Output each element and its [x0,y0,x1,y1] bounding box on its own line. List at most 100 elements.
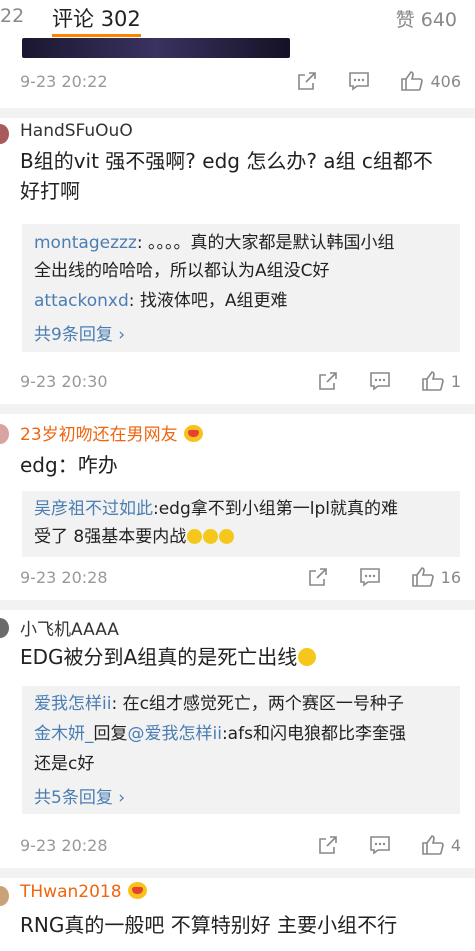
share-button[interactable] [296,70,318,92]
section-divider [0,868,475,878]
reply-button[interactable] [369,834,391,856]
like-count: 16 [440,567,461,587]
share-icon [319,372,337,390]
comment-username-text: 23岁初吻还在男网友 [20,425,178,445]
like-count: 406 [430,71,461,91]
tab-likes[interactable]: 赞 640 [396,5,457,32]
reply-item[interactable]: 吴彦祖不过如此:edg拿不到小组第一lpl就真的难 [34,494,452,524]
emoji-icon [203,529,219,544]
comment-text-line: B组的vit 强不强啊? edg 怎么办? a组 c组都不 [20,149,433,173]
crown-badge-icon [183,425,203,442]
comment-username[interactable]: HandSFuOuO [20,121,133,141]
section-divider [0,108,475,118]
reply-button[interactable] [348,70,370,92]
comment-username[interactable]: 23岁初吻还在男网友 [20,420,203,445]
reply-item[interactable]: 金木妍_回复@爱我怎样ii:afs和闪电狼都比李奎强 [34,719,452,749]
reply-item[interactable]: attackonxd: 找液体吧，A组更难 [34,286,452,316]
share-icon [308,568,327,586]
avatar[interactable] [0,124,9,144]
reply-text: : 。。。。真的大家都是默认韩国小组 [136,233,395,253]
comment-time: 9-23 20:28 [20,568,108,587]
comment-tab-bar: 22 评论 302 赞 640 [0,0,475,37]
reply-text-continued: 受了 8强基本要内战 [34,522,452,552]
comment-text-line: RNG真的一般吧 不算特别好 主要小组不行 [20,913,398,937]
like-icon [422,371,444,391]
like-button[interactable]: 16 [411,566,461,588]
reply-text: : 找液体吧，A组更难 [128,291,288,311]
avatar[interactable] [0,424,9,444]
tab-likes-label: 赞 [395,9,415,31]
reply-item[interactable]: 爱我怎样ii: 在c组才感觉死亡，两个赛区一号种子 [34,689,452,719]
share-button[interactable] [307,566,329,588]
reply-text: : 在c组才感觉死亡，两个赛区一号种子 [111,694,404,714]
comment-username[interactable]: 小飞机AAAA [20,615,119,640]
avatar[interactable] [0,618,9,638]
comment-text-line: EDG被分到A组真的是死亡出线 [20,642,460,672]
reply-mention[interactable]: @爱我怎样ii [128,724,222,744]
comment-time: 9-23 20:28 [20,836,108,855]
like-button[interactable]: 406 [400,70,461,92]
reply-text: 受了 8强基本要内战 [34,527,187,547]
view-more-replies-link[interactable]: 共9条回复 › [34,320,125,345]
comment-text-content: EDG被分到A组真的是死亡出线 [20,645,298,669]
reply-button[interactable] [359,566,381,588]
tab-comments-count: 302 [100,7,141,31]
like-button[interactable]: 1 [421,370,461,392]
share-icon [298,72,317,90]
comment-actions: 4 [287,834,461,856]
share-button[interactable] [317,834,339,856]
share-button[interactable] [317,370,339,392]
comment-time: 9-23 20:22 [20,72,108,91]
reply-text: :edg拿不到小组第一lpl就真的难 [153,499,399,519]
reply-username[interactable]: montagezzz [34,233,137,253]
section-divider [0,404,475,414]
like-icon [411,567,434,587]
tab-reposts-count[interactable]: 22 [0,5,24,27]
comment-username[interactable]: THwan2018 [20,882,147,902]
reply-item[interactable]: montagezzz: 。。。。真的大家都是默认韩国小组 [34,228,452,258]
emoji-icon [298,648,317,666]
comment-actions: 406 [266,70,461,92]
comment-username-text: THwan2018 [20,882,122,902]
like-count: 1 [450,371,461,391]
reply-username[interactable]: 吴彦祖不过如此 [34,499,153,519]
reply-box: 爱我怎样ii: 在c组才感觉死亡，两个赛区一号种子 金木妍_回复@爱我怎样ii:… [22,686,460,814]
like-count: 4 [450,835,461,855]
comment-icon [370,836,390,855]
comment-actions: 1 [287,370,461,392]
reply-username[interactable]: 爱我怎样ii [34,694,111,714]
reply-text-continued: 还是c好 [34,754,95,774]
like-icon [422,835,444,855]
comment-icon [349,72,370,91]
comment-actions: 16 [277,566,461,588]
comment-text: EDG被分到A组真的是死亡出线 [20,642,460,672]
reply-box: 吴彦祖不过如此:edg拿不到小组第一lpl就真的难 受了 8强基本要内战 [22,491,460,557]
reply-button[interactable] [369,370,391,392]
reply-box: montagezzz: 。。。。真的大家都是默认韩国小组 全出线的哈哈哈，所以都… [22,224,460,352]
reply-text-continued: 全出线的哈哈哈，所以都认为A组没C好 [34,261,330,281]
comment-text-line: 好打啊 [20,179,80,203]
reply-text: 回复 [93,724,128,744]
reply-username[interactable]: attackonxd [34,291,129,311]
tab-comments-label: 评论 [52,7,94,31]
reply-username[interactable]: 金木妍_ [34,724,94,744]
comment-image-thumbnail[interactable] [22,38,290,58]
tab-likes-count: 640 [420,9,457,31]
comment-time: 9-23 20:30 [20,372,108,391]
comment-text: edg：咋办 [20,450,460,480]
comment-text: B组的vit 强不强啊? edg 怎么办? a组 c组都不 好打啊 [20,146,460,206]
crown-badge-icon [127,882,147,899]
like-button[interactable]: 4 [421,834,461,856]
view-more-replies-link[interactable]: 共5条回复 › [34,783,125,808]
comment-text: RNG真的一般吧 不算特别好 主要小组不行 [20,910,460,940]
share-icon [319,836,337,854]
comment-icon [359,568,380,587]
like-icon [401,71,424,91]
reply-text: :afs和闪电狼都比李奎强 [221,724,406,744]
avatar[interactable] [0,886,9,906]
comment-icon [370,372,390,391]
emoji-icon [187,529,203,544]
tab-comments[interactable]: 评论 302 [52,3,141,37]
emoji-icon [219,529,235,544]
active-tab-indicator [52,34,141,37]
